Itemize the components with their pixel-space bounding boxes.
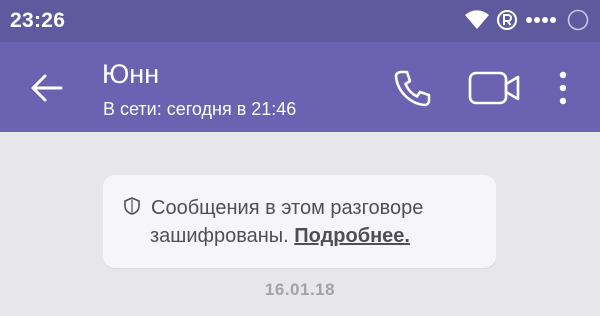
status-icons [464,8,590,32]
registered-icon [497,10,517,30]
date-separator: 16.01.18 [264,280,336,299]
chat-header: Юнн В сети: сегодня в 21:46 [0,42,600,132]
loading-circle-icon [567,9,589,31]
notice-line1: Сообщения в этом разговоре [127,195,423,222]
contact-name[interactable]: Юнн [102,59,159,90]
status-time: 23:26 [10,9,66,32]
encryption-notice: Сообщения в этом разговоре зашифрованы. … [103,175,496,268]
more-vert-icon[interactable] [554,70,572,106]
back-arrow-icon[interactable] [30,71,64,105]
notice-text-line1: Сообщения в этом разговоре [151,197,424,219]
phone-icon[interactable] [392,68,432,108]
notice-text-line2: зашифрованы. [150,225,295,247]
status-bar: 23:26 [0,0,600,42]
notice-line2: зашифрованы. Подробнее. [150,223,410,250]
more-info-link[interactable]: Подробнее. [294,225,410,247]
wifi-icon [465,10,489,29]
chat-area: Сообщения в этом разговоре зашифрованы. … [0,132,600,316]
video-camera-icon[interactable] [468,70,520,106]
signal-dots-icon [526,17,556,23]
contact-status: В сети: сегодня в 21:46 [103,99,297,119]
